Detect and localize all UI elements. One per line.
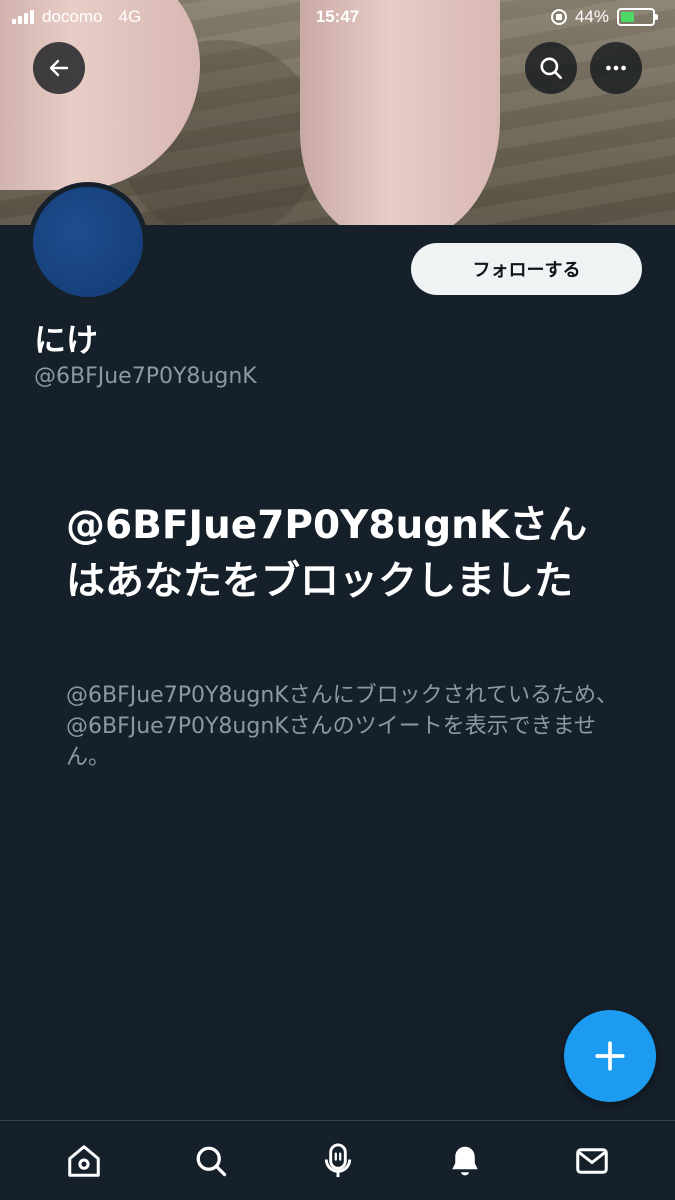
blocked-description: @6BFJue7P0Y8ugnKさんにブロックされているため、@6BFJue7P… (66, 683, 619, 770)
user-handle: @6BFJue7P0Y8ugnK (34, 364, 257, 389)
blocked-title: @6BFJue7P0Y8ugnKさんはあなたをブロックしました (66, 503, 588, 604)
spaces-icon (324, 1142, 351, 1177)
notifications-icon (451, 1146, 478, 1175)
search-button[interactable] (525, 42, 577, 94)
tab-notifications[interactable] (435, 1131, 495, 1191)
back-button[interactable] (33, 42, 85, 94)
tab-spaces[interactable] (308, 1131, 368, 1191)
battery-percent: 44% (574, 7, 609, 26)
signal-icon (12, 10, 34, 24)
arrow-left-icon (49, 59, 69, 77)
search-icon (540, 57, 563, 80)
tab-search[interactable] (181, 1131, 241, 1191)
follow-button[interactable]: フォローする (411, 243, 642, 295)
display-name: にけ (34, 321, 99, 359)
network-label: 4G (118, 7, 142, 26)
tab-messages[interactable] (562, 1131, 622, 1191)
messages-icon (575, 1147, 608, 1174)
compose-tweet-button[interactable] (564, 1010, 656, 1102)
more-button[interactable] (590, 42, 642, 94)
search-icon (196, 1146, 226, 1176)
home-icon (67, 1144, 100, 1177)
bottom-tab-bar (0, 1120, 675, 1200)
status-bar: docomo 4G 15:47 44% (0, 0, 675, 34)
avatar[interactable] (28, 182, 148, 302)
tab-home[interactable] (54, 1131, 114, 1191)
orientation-lock-icon (550, 9, 567, 25)
battery-icon (617, 8, 658, 26)
carrier-label: docomo (42, 7, 103, 26)
more-horizontal-icon (606, 65, 626, 71)
plus-icon (595, 1041, 625, 1071)
